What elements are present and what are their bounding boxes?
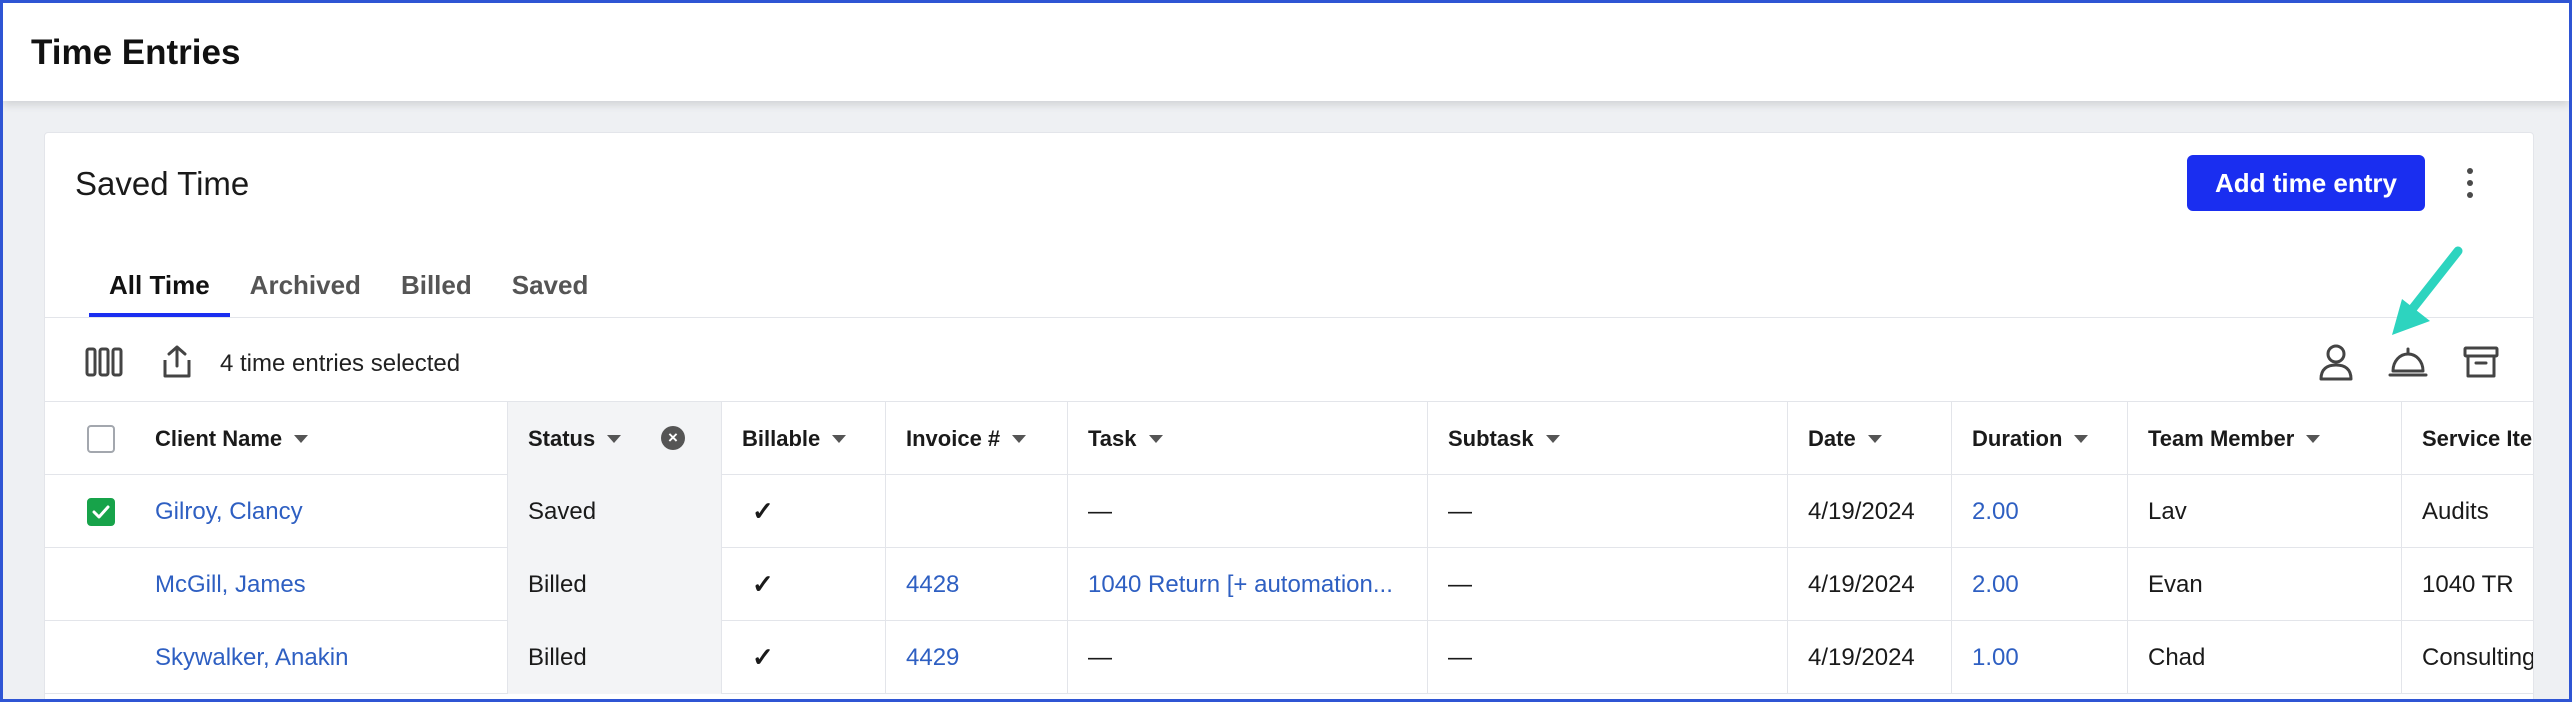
header-label: Subtask xyxy=(1448,425,1534,451)
status-cell: Saved xyxy=(507,475,721,548)
sort-caret-icon xyxy=(1012,434,1027,443)
header-team-member[interactable]: Team Member xyxy=(2127,402,2401,475)
service-item-cell: 1040 TR xyxy=(2401,548,2533,621)
table-row[interactable]: Gilroy, Clancy Saved ✓ — — 4/19/2024 2.0… xyxy=(45,475,2533,548)
billable-check-icon: ✓ xyxy=(721,475,885,548)
clear-filter-icon[interactable]: × xyxy=(661,426,685,450)
task-cell: — xyxy=(1067,621,1427,694)
client-name-link[interactable]: Gilroy, Clancy xyxy=(135,475,507,548)
row-checkbox-cell xyxy=(45,475,135,548)
header-label: Billable xyxy=(742,425,821,451)
task-link[interactable]: 1040 Return [+ automation... xyxy=(1067,548,1427,621)
table-toolbar: 4 time entries selected xyxy=(45,318,2533,406)
header-label: Status xyxy=(528,425,596,451)
tab-archived[interactable]: Archived xyxy=(230,253,381,317)
header-label: Client Name xyxy=(155,425,283,451)
sort-caret-icon xyxy=(832,434,847,443)
duration-link[interactable]: 2.00 xyxy=(1951,475,2127,548)
selection-count: 4 time entries selected xyxy=(220,350,461,377)
tab-all-time[interactable]: All Time xyxy=(89,253,230,317)
annotation-arrow-icon xyxy=(2392,246,2463,335)
header-client-name[interactable]: Client Name xyxy=(135,402,507,475)
sort-caret-icon xyxy=(1545,434,1560,443)
subtask-cell: — xyxy=(1427,621,1787,694)
invoice-link[interactable] xyxy=(885,475,1067,548)
person-icon[interactable] xyxy=(2314,340,2358,384)
row-checkbox-cell xyxy=(45,621,135,694)
card-title: Saved Time xyxy=(75,165,250,202)
export-icon[interactable] xyxy=(155,340,199,384)
duration-link[interactable]: 2.00 xyxy=(1951,548,2127,621)
team-member-cell: Evan xyxy=(2127,548,2401,621)
select-all-checkbox[interactable] xyxy=(87,424,115,453)
client-name-link[interactable]: Skywalker, Anakin xyxy=(135,621,507,694)
header-label: Invoice # xyxy=(906,425,1001,451)
subtask-cell: — xyxy=(1427,475,1787,548)
subtask-cell: — xyxy=(1427,548,1787,621)
header-billable[interactable]: Billable xyxy=(721,402,885,475)
sort-caret-icon xyxy=(2074,434,2089,443)
client-name-link[interactable]: McGill, James xyxy=(135,548,507,621)
archive-icon[interactable] xyxy=(2459,340,2503,384)
sort-caret-icon xyxy=(2306,434,2321,443)
select-all-checkbox-cell xyxy=(45,402,135,475)
table-row[interactable]: McGill, James Billed ✓ 4428 1040 Return … xyxy=(45,548,2533,621)
page-title: Time Entries xyxy=(31,33,241,72)
billable-check-icon: ✓ xyxy=(721,621,885,694)
header-date[interactable]: Date xyxy=(1787,402,1951,475)
sort-caret-icon xyxy=(1867,434,1882,443)
status-cell: Billed xyxy=(507,548,721,621)
header-duration[interactable]: Duration xyxy=(1951,402,2127,475)
header-label: Team Member xyxy=(2148,425,2295,451)
header-label: Duration xyxy=(1972,425,2063,451)
billable-check-icon: ✓ xyxy=(721,548,885,621)
invoice-link[interactable]: 4428 xyxy=(885,548,1067,621)
row-checkbox-cell xyxy=(45,548,135,621)
date-cell: 4/19/2024 xyxy=(1787,548,1951,621)
invoice-link[interactable]: 4429 xyxy=(885,621,1067,694)
service-item-cell: Audits xyxy=(2401,475,2533,548)
header-status[interactable]: Status × xyxy=(507,402,721,475)
task-cell: — xyxy=(1067,475,1427,548)
duration-link[interactable]: 1.00 xyxy=(1951,621,2127,694)
tab-saved[interactable]: Saved xyxy=(492,253,609,317)
header-task[interactable]: Task xyxy=(1067,402,1427,475)
status-cell: Billed xyxy=(507,621,721,694)
row-checkbox[interactable] xyxy=(87,497,115,526)
tab-billed[interactable]: Billed xyxy=(381,253,492,317)
date-cell: 4/19/2024 xyxy=(1787,621,1951,694)
table-header-row: Client Name Status × Billable Invoice # T… xyxy=(45,402,2533,475)
sort-caret-icon xyxy=(607,434,622,443)
more-options-icon[interactable] xyxy=(2455,161,2485,205)
date-cell: 4/19/2024 xyxy=(1787,475,1951,548)
add-time-entry-button[interactable]: Add time entry xyxy=(2187,155,2425,211)
header-label: Task xyxy=(1088,425,1137,451)
team-member-cell: Lav xyxy=(2127,475,2401,548)
sort-caret-icon xyxy=(294,434,309,443)
header-service-item[interactable]: Service Item xyxy=(2401,402,2533,475)
service-item-cell: Consulting 2 xyxy=(2401,621,2533,694)
tab-bar: All Time Archived Billed Saved xyxy=(89,253,608,317)
page-header: Time Entries xyxy=(3,3,2569,101)
header-invoice[interactable]: Invoice # xyxy=(885,402,1067,475)
service-bell-icon[interactable] xyxy=(2386,340,2430,384)
columns-icon[interactable] xyxy=(82,340,126,384)
header-label: Date xyxy=(1808,425,1856,451)
header-subtask[interactable]: Subtask xyxy=(1427,402,1787,475)
table-row[interactable]: Skywalker, Anakin Billed ✓ 4429 — — 4/19… xyxy=(45,621,2533,694)
sort-caret-icon xyxy=(1148,434,1163,443)
saved-time-card: Saved Time Add time entry All Time Archi… xyxy=(44,132,2534,702)
header-label: Service Item xyxy=(2422,425,2533,451)
time-entries-table: Client Name Status × Billable Invoice # T… xyxy=(45,401,2533,694)
team-member-cell: Chad xyxy=(2127,621,2401,694)
